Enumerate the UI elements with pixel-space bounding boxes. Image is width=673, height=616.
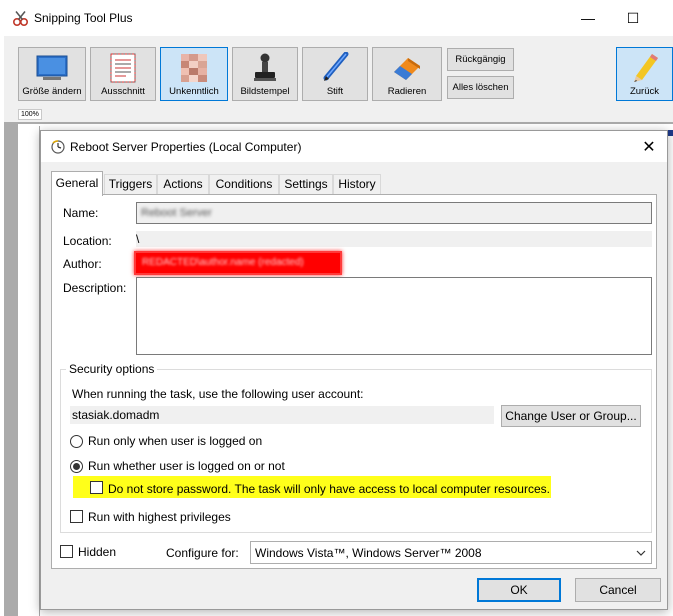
highest-privileges-checkbox[interactable]	[70, 510, 83, 523]
highest-privileges-label[interactable]: Run with highest privileges	[88, 510, 231, 524]
tool-label: Unkenntlich	[169, 86, 219, 97]
toolbar: Größe ändern Ausschnitt Unkenntlich Bild…	[4, 36, 673, 106]
stamp-icon	[254, 53, 276, 81]
name-label: Name:	[63, 206, 99, 220]
pixelate-icon	[181, 54, 207, 82]
run-logged-on-label[interactable]: Run only when user is logged on	[88, 434, 262, 448]
tool-label: Ausschnitt	[101, 86, 145, 97]
author-value: REDACTED\author.name (redacted)	[142, 257, 304, 268]
chevron-down-icon	[636, 550, 646, 556]
location-value: \	[136, 232, 140, 246]
tool-label: Größe ändern	[22, 86, 82, 97]
pixelate-tool-button[interactable]: Unkenntlich	[160, 47, 228, 101]
run-whether-label[interactable]: Run whether user is logged on or not	[88, 459, 285, 473]
location-label: Location:	[63, 234, 112, 248]
tab-history[interactable]: History	[333, 174, 381, 195]
hidden-checkbox[interactable]	[60, 545, 73, 558]
description-label: Description:	[63, 281, 127, 295]
run-logged-on-radio[interactable]	[70, 435, 83, 448]
task-properties-dialog: Reboot Server Properties (Local Computer…	[40, 130, 668, 610]
eraser-tool-button[interactable]: Radieren	[372, 47, 442, 101]
task-clock-icon	[51, 140, 65, 154]
resize-tool-button[interactable]: Größe ändern	[18, 47, 86, 101]
tool-label: Bildstempel	[240, 86, 290, 97]
tool-label: Zurück	[629, 86, 660, 97]
dialog-close-button[interactable]: ✕	[637, 135, 661, 159]
dialog-titlebar: Reboot Server Properties (Local Computer…	[41, 131, 667, 162]
author-label: Author:	[63, 257, 102, 271]
minimize-button[interactable]: —	[566, 4, 610, 32]
pencil-icon	[633, 54, 658, 82]
canvas-strip: 100%	[4, 106, 673, 122]
snipping-tool-icon	[12, 11, 29, 27]
tab-conditions[interactable]: Conditions	[209, 174, 279, 195]
tab-triggers[interactable]: Triggers	[104, 174, 157, 195]
tab-general[interactable]: General	[51, 171, 103, 196]
tab-settings[interactable]: Settings	[279, 174, 333, 195]
clear-all-button[interactable]: Alles löschen	[447, 76, 514, 99]
pen-icon	[323, 52, 349, 81]
tool-label: Radieren	[387, 86, 427, 97]
general-tab-panel: Name: Reboot Server Location: \ Author: …	[51, 194, 657, 569]
hidden-label[interactable]: Hidden	[78, 545, 116, 559]
run-whether-radio[interactable]	[70, 460, 83, 473]
document-crop-icon	[110, 53, 136, 83]
undo-button[interactable]: Rückgängig	[447, 48, 514, 71]
configure-for-select[interactable]: Windows Vista™, Windows Server™ 2008	[250, 541, 652, 564]
location-field: \	[136, 231, 652, 247]
user-account-value: stasiak.domadm	[72, 408, 160, 422]
author-redaction: REDACTED\author.name (redacted)	[134, 251, 342, 275]
stamp-tool-button[interactable]: Bildstempel	[232, 47, 298, 101]
monitor-icon	[36, 55, 68, 80]
name-field[interactable]: Reboot Server	[136, 202, 652, 224]
app-titlebar: Snipping Tool Plus — ☐	[0, 0, 673, 36]
tab-actions[interactable]: Actions	[157, 174, 209, 195]
security-options-title: Security options	[66, 362, 158, 376]
do-not-store-password-label[interactable]: Do not store password. The task will onl…	[108, 482, 550, 496]
pen-tool-button[interactable]: Stift	[302, 47, 368, 101]
dialog-title: Reboot Server Properties (Local Computer…	[70, 140, 302, 154]
description-textarea[interactable]	[136, 277, 652, 355]
name-value: Reboot Server	[141, 207, 212, 219]
back-button[interactable]: Zurück	[616, 47, 673, 101]
maximize-button[interactable]: ☐	[611, 4, 655, 32]
do-not-store-password-checkbox[interactable]	[90, 481, 103, 494]
configure-for-value: Windows Vista™, Windows Server™ 2008	[255, 546, 482, 560]
configure-label: Configure for:	[166, 546, 239, 560]
account-prompt: When running the task, use the following…	[72, 387, 364, 401]
tool-label: Stift	[326, 86, 344, 97]
app-title: Snipping Tool Plus	[34, 11, 133, 25]
eraser-icon	[394, 58, 420, 80]
cancel-button[interactable]: Cancel	[575, 578, 661, 602]
zoom-level: 100%	[18, 109, 42, 120]
change-user-button[interactable]: Change User or Group...	[501, 405, 641, 427]
user-account-field: stasiak.domadm	[70, 406, 494, 424]
crop-tool-button[interactable]: Ausschnitt	[90, 47, 156, 101]
ok-button[interactable]: OK	[477, 578, 561, 602]
